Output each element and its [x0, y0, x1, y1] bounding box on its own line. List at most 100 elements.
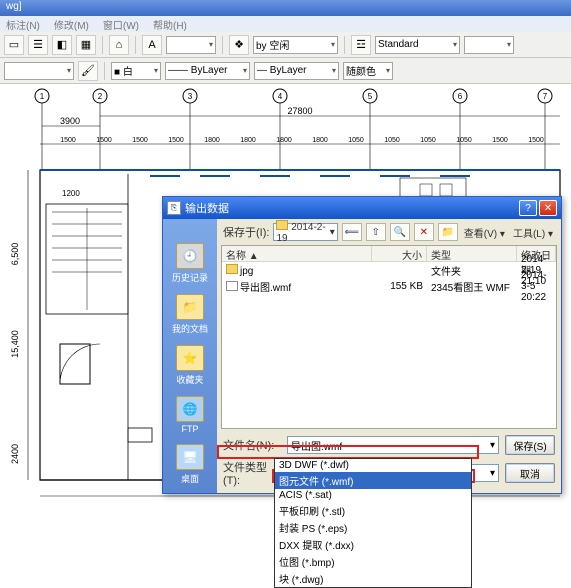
combo-style[interactable]: Standard▾ [375, 36, 460, 54]
filename-input[interactable]: 导出图.wmf▾ [287, 436, 499, 454]
ftp-icon: 🌐 [176, 396, 204, 422]
tool-style-icon[interactable]: ☲ [351, 35, 371, 55]
cancel-button[interactable]: 取消 [505, 463, 555, 483]
filetype-option[interactable]: ACIS (*.sat) [275, 489, 471, 502]
col-size[interactable]: 大小 [372, 246, 427, 261]
filetype-option[interactable]: 图元文件 (*.wmf) [275, 472, 471, 489]
svg-text:1500: 1500 [96, 137, 112, 144]
menu-modify[interactable]: 修改(M) [54, 17, 89, 31]
back-button[interactable]: ⟸ [342, 223, 362, 241]
combo-hatch[interactable]: ▾ [4, 62, 74, 80]
svg-text:1050: 1050 [348, 137, 364, 144]
paint-icon[interactable]: 🖌 [78, 61, 98, 81]
list-item[interactable]: jpg 文件夹 2014-2-19 21:10 [222, 262, 556, 278]
tool-3-icon[interactable]: ◧ [52, 35, 72, 55]
place-desktop[interactable]: 🖥桌面 [176, 444, 204, 485]
app-titlebar: wg] [0, 0, 571, 16]
separator [102, 36, 103, 54]
svg-text:1500: 1500 [60, 137, 76, 144]
tool-2-icon[interactable]: ☰ [28, 35, 48, 55]
col-type[interactable]: 类型 [427, 246, 517, 261]
filetype-option[interactable]: 3D DWF (*.dwf) [275, 459, 471, 472]
place-history[interactable]: 🕘历史记录 [172, 243, 208, 284]
place-ftp[interactable]: 🌐FTP [176, 396, 204, 434]
tool-1-icon[interactable]: ▭ [4, 35, 24, 55]
svg-text:1500: 1500 [132, 137, 148, 144]
combo-extra[interactable]: ▾ [464, 36, 514, 54]
tool-4-icon[interactable]: ▦ [76, 35, 96, 55]
file-icon [226, 281, 238, 291]
dialog-title: 输出数据 [185, 200, 229, 216]
dim-total: 27800 [287, 106, 312, 116]
up-button[interactable]: ⇧ [366, 223, 386, 241]
svg-text:1800: 1800 [312, 137, 328, 144]
combo-text[interactable]: ▾ [166, 36, 216, 54]
chevron-down-icon: ▾ [330, 227, 335, 238]
tools-menu[interactable]: 工具(L) ▾ [511, 225, 555, 240]
menu-help[interactable]: 帮助(H) [153, 17, 187, 31]
filetype-option[interactable]: 平板印刷 (*.stl) [275, 502, 471, 519]
folder-icon [276, 220, 288, 230]
filetype-option[interactable]: 块 (*.dwg) [275, 570, 471, 587]
separator [104, 62, 105, 80]
filetype-option[interactable]: 封装 PS (*.eps) [275, 519, 471, 536]
filetype-dropdown[interactable]: 3D DWF (*.dwf)图元文件 (*.wmf)ACIS (*.sat)平板… [274, 458, 472, 588]
tool-5-icon[interactable]: ⌂ [109, 35, 129, 55]
save-in-combo[interactable]: 2014-2-19 ▾ [273, 223, 337, 241]
svg-text:2400: 2400 [10, 444, 20, 464]
tool-A-icon[interactable]: A [142, 35, 162, 55]
help-button[interactable]: ? [519, 200, 537, 216]
col-name[interactable]: 名称 ▲ [222, 246, 372, 261]
svg-text:1800: 1800 [240, 137, 256, 144]
star-icon: ⭐ [176, 345, 204, 371]
dialog-icon: ⎘ [167, 201, 181, 215]
view-menu[interactable]: 查看(V) ▾ [462, 225, 507, 240]
svg-text:5: 5 [368, 92, 373, 101]
place-favorites[interactable]: ⭐收藏夹 [176, 345, 204, 386]
combo-color[interactable]: ■ 白▾ [111, 62, 161, 80]
dialog-titlebar[interactable]: ⎘ 输出数据 ? ✕ [163, 197, 561, 219]
svg-text:1800: 1800 [204, 137, 220, 144]
svg-text:1: 1 [40, 92, 45, 101]
svg-text:1050: 1050 [384, 137, 400, 144]
save-button[interactable]: 保存(S) [505, 435, 555, 455]
menu-annotate[interactable]: 标注(N) [6, 17, 40, 31]
separator [135, 36, 136, 54]
history-icon: 🕘 [176, 243, 204, 269]
toolbar-row-1: ▭ ☰ ◧ ▦ ⌂ A ▾ ❖ by 空闲▾ ☲ Standard▾ ▾ [0, 32, 571, 58]
menubar: 标注(N) 修改(M) 窗口(W) 帮助(H) [0, 16, 571, 32]
svg-text:2: 2 [98, 92, 103, 101]
filename-label: 文件名(N): [223, 437, 281, 453]
list-item[interactable]: 导出图.wmf 155 KB 2345看图王 WMF 2014-3-5 20:2… [222, 278, 556, 294]
svg-text:1200: 1200 [62, 189, 80, 198]
combo-bycolor[interactable]: 随颜色▾ [343, 62, 393, 80]
save-in-label: 保存于(I): [223, 224, 269, 240]
export-dialog: ⎘ 输出数据 ? ✕ 🕘历史记录 📁我的文档 ⭐收藏夹 🌐FTP 🖥桌面 保存于… [162, 196, 562, 494]
search-button[interactable]: 🔍 [390, 223, 410, 241]
combo-lineweight[interactable]: — ByLayer▾ [254, 62, 339, 80]
menu-window[interactable]: 窗口(W) [103, 17, 139, 31]
file-list[interactable]: 名称 ▲ 大小 类型 修改日期 jpg 文件夹 2014-2-19 21:10 … [221, 245, 557, 429]
toolbar-row-2: ▾ 🖌 ■ 白▾ —— ByLayer▾ — ByLayer▾ 随颜色▾ [0, 58, 571, 84]
separator [344, 36, 345, 54]
svg-text:3: 3 [188, 92, 193, 101]
title-fragment: wg] [6, 1, 22, 12]
filetype-option[interactable]: DXX 提取 (*.dxx) [275, 536, 471, 553]
svg-text:4: 4 [278, 92, 283, 101]
svg-text:1050: 1050 [420, 137, 436, 144]
tool-layer-icon[interactable]: ❖ [229, 35, 249, 55]
delete-button[interactable]: ✕ [414, 223, 434, 241]
folder-icon [226, 264, 238, 274]
newfolder-button[interactable]: 📁 [438, 223, 458, 241]
place-mydocs[interactable]: 📁我的文档 [172, 294, 208, 335]
svg-text:1050: 1050 [456, 137, 472, 144]
combo-layer[interactable]: by 空闲▾ [253, 36, 338, 54]
close-button[interactable]: ✕ [539, 200, 557, 216]
svg-text:3900: 3900 [60, 116, 80, 126]
combo-linetype[interactable]: —— ByLayer▾ [165, 62, 250, 80]
svg-text:1500: 1500 [492, 137, 508, 144]
filetype-option[interactable]: 位图 (*.bmp) [275, 553, 471, 570]
separator [222, 36, 223, 54]
svg-text:6,500: 6,500 [10, 243, 20, 266]
svg-text:6: 6 [458, 92, 463, 101]
